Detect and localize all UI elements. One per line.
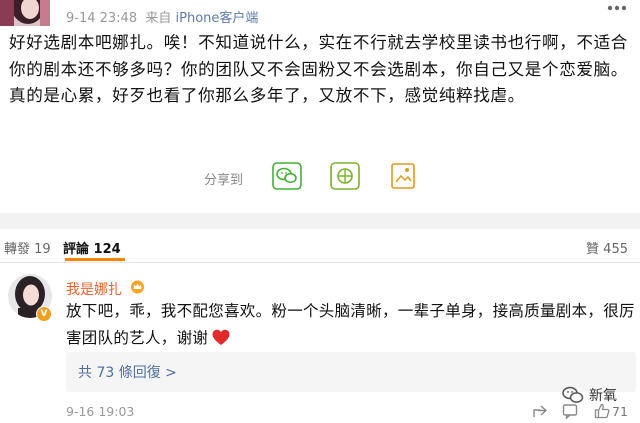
view-replies-link[interactable]: 共 73 條回復 > xyxy=(78,362,177,382)
watermark-logo-icon xyxy=(561,385,585,405)
moments-icon[interactable] xyxy=(330,162,360,190)
tab-repost[interactable]: 轉發 19 xyxy=(4,238,51,257)
section-divider xyxy=(0,213,640,229)
save-image-icon[interactable] xyxy=(388,162,418,190)
tab-comments[interactable]: 評論 124 xyxy=(63,238,121,257)
post-source-prefix: 来自 xyxy=(145,11,172,26)
post-source-link[interactable]: iPhone客户端 xyxy=(176,11,259,26)
active-tab-indicator xyxy=(65,258,125,261)
verified-badge-icon: V xyxy=(36,306,52,322)
red-heart-icon xyxy=(212,329,230,345)
poster-avatar[interactable] xyxy=(0,0,50,26)
commenter-name[interactable]: 我是娜扎 xyxy=(66,279,122,299)
comment-body: 放下吧，乖，我不配您喜欢。粉一个头脑清晰，一辈子单身，接高质量剧本，很厉害团队的… xyxy=(66,298,636,352)
comment-icon[interactable] xyxy=(562,403,578,420)
post-meta: 9-14 23:48 来自 iPhone客户端 xyxy=(66,7,258,26)
like-icon[interactable] xyxy=(594,403,610,419)
wechat-icon[interactable] xyxy=(272,162,302,190)
tab-likes[interactable]: 贊 455 xyxy=(586,238,628,257)
member-crown-icon xyxy=(129,279,146,294)
tabs-divider xyxy=(0,262,640,263)
post-body: 好好选剧本吧娜扎。唉！不知道说什么，实在不行就去学校里读书也行啊，不适合你的剧本… xyxy=(9,33,628,105)
watermark-text: 新氧 xyxy=(589,388,617,404)
share-label: 分享到 xyxy=(204,173,244,188)
comment-time: 9-16 19:03 xyxy=(66,404,135,419)
more-options-icon[interactable] xyxy=(606,2,628,16)
like-count: 71 xyxy=(612,404,628,419)
post-date: 9-14 23:48 xyxy=(66,11,138,26)
share-icon[interactable] xyxy=(532,403,548,419)
comment-text: 放下吧，乖，我不配您喜欢。粉一个头脑清晰，一辈子单身，接高质量剧本，很厉害团队的… xyxy=(66,302,635,347)
